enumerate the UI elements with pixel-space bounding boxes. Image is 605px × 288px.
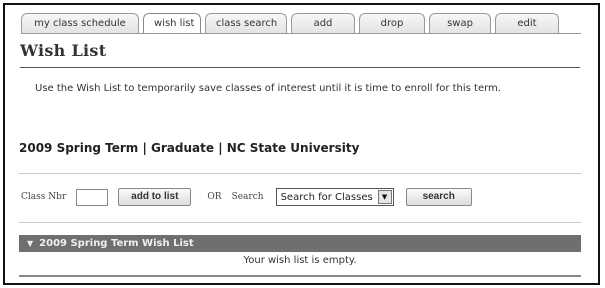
collapse-triangle-icon[interactable]: ▼ [27, 235, 33, 252]
search-button[interactable]: search [405, 188, 472, 206]
title-divider [20, 67, 580, 68]
class-nbr-label: Class Nbr [21, 192, 67, 202]
tab-wish-list[interactable]: wish list [143, 13, 201, 34]
intro-text: Use the Wish List to temporarily save cl… [35, 83, 501, 94]
tab-my-class-schedule[interactable]: my class schedule [21, 13, 139, 33]
search-divider [19, 173, 581, 174]
term-info: 2009 Spring Term | Graduate | NC State U… [19, 141, 360, 155]
wishlist-panel-title: 2009 Spring Term Wish List [39, 238, 194, 249]
wishlist-panel-header[interactable]: ▼ 2009 Spring Term Wish List [19, 235, 581, 252]
tab-swap[interactable]: swap [429, 13, 491, 33]
class-nbr-input[interactable] [76, 188, 109, 206]
search-label: Search [231, 192, 264, 202]
search-type-select[interactable]: Search for Classes ▼ [275, 188, 394, 206]
tab-bar: my class schedule wish list class search… [21, 13, 559, 34]
add-to-list-button[interactable]: add to list [118, 188, 192, 206]
or-label: OR [207, 192, 222, 202]
panel-bottom-border [19, 275, 581, 277]
tab-drop[interactable]: drop [359, 13, 425, 33]
wish-list-frame: my class schedule wish list class search… [3, 3, 600, 285]
tab-divider [21, 33, 581, 34]
empty-wishlist-message: Your wish list is empty. [243, 255, 357, 266]
page-title: Wish List [20, 41, 107, 60]
tab-edit[interactable]: edit [495, 13, 559, 33]
class-search-bar: Class Nbr add to list OR Search Search f… [21, 185, 581, 209]
panel-divider [19, 222, 581, 223]
tab-add[interactable]: add [291, 13, 355, 33]
tab-class-search[interactable]: class search [205, 13, 287, 33]
dropdown-arrow-icon[interactable]: ▼ [377, 190, 392, 204]
search-type-value: Search for Classes [280, 191, 373, 203]
